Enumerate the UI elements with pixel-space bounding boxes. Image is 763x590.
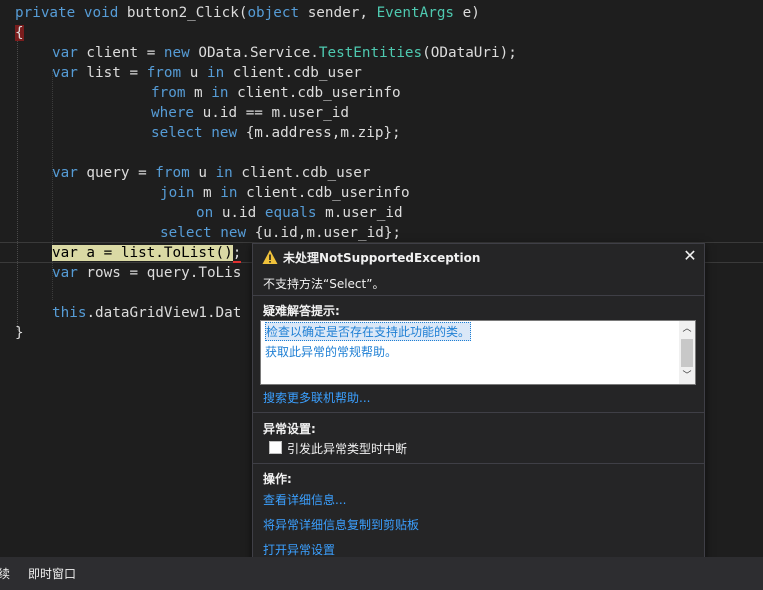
code-text: client = — [77, 45, 164, 61]
code-text: ; — [232, 245, 242, 263]
open-brace: { — [15, 25, 24, 41]
keyword: from — [155, 165, 190, 181]
warning-icon — [262, 250, 278, 264]
scroll-down-icon[interactable]: ﹀ — [679, 368, 695, 384]
code-text: (ODataUri); — [422, 45, 517, 61]
code-line[interactable]: from m in client.cdb_userinfo — [151, 83, 401, 103]
close-button[interactable]: ✕ — [682, 247, 698, 265]
code-text: list = — [77, 65, 147, 81]
code-line[interactable]: } — [15, 323, 24, 343]
code-line[interactable]: on u.id equals m.user_id — [196, 203, 403, 223]
code-line[interactable]: var rows = query.ToLis — [52, 263, 241, 283]
code-text: client.cdb_user — [232, 165, 371, 181]
view-details-link[interactable]: 查看详细信息... — [263, 491, 346, 508]
open-exception-settings-link[interactable]: 打开异常设置 — [263, 541, 335, 558]
code-text: m.user_id — [316, 205, 403, 221]
code-line[interactable]: where u.id == m.user_id — [151, 103, 349, 123]
code-text: sender, — [299, 5, 377, 21]
keyword: void — [83, 5, 119, 21]
code-text: e) — [454, 5, 480, 21]
divider — [253, 412, 704, 413]
close-brace: } — [15, 325, 24, 341]
keyword: in — [220, 185, 238, 201]
code-text: u — [181, 65, 207, 81]
type-name: TestEntities — [318, 45, 423, 61]
keyword: object — [247, 5, 300, 21]
code-text: m — [185, 85, 212, 101]
keyword: in — [206, 65, 225, 81]
keyword: from — [146, 65, 182, 81]
code-text: .dataGridView1.Dat — [86, 305, 242, 321]
code-text: OData.Service. — [189, 45, 319, 61]
keyword: new — [163, 45, 190, 61]
break-on-exception-label[interactable]: 引发此异常类型时中断 — [287, 440, 407, 457]
keyword: where — [151, 105, 195, 121]
code-line[interactable]: select new {u.id,m.user_id}; — [160, 223, 401, 243]
tab-watch[interactable]: 续 — [0, 565, 10, 582]
bottom-panel-tabs: 续 即时窗口 — [0, 557, 763, 590]
indent-guide — [17, 30, 18, 330]
tab-immediate-window[interactable]: 即时窗口 — [28, 565, 76, 582]
keyword: on — [196, 205, 214, 221]
code-text: client.cdb_userinfo — [228, 85, 401, 101]
code-text: m — [194, 185, 221, 201]
exception-message: 不支持方法“Select”。 — [263, 277, 385, 291]
type-name: EventArgs — [376, 5, 455, 21]
code-line[interactable]: this.dataGridView1.Dat — [52, 303, 241, 323]
hint-link[interactable]: 获取此异常的常规帮助。 — [265, 343, 397, 360]
exception-settings-header: 异常设置: — [263, 422, 316, 436]
break-on-exception-checkbox[interactable] — [269, 441, 282, 454]
code-line[interactable]: join m in client.cdb_userinfo — [160, 183, 410, 203]
exception-helper-popup: 未处理NotSupportedException ✕ 不支持方法“Select”… — [252, 243, 705, 568]
code-text: u — [189, 165, 216, 181]
keyword: var — [52, 165, 78, 181]
code-text: button2_Click( — [118, 5, 248, 21]
keyword: var — [52, 45, 78, 61]
divider — [253, 463, 704, 464]
code-line[interactable]: select new {m.address,m.zip}; — [151, 123, 401, 143]
keyword: new — [220, 225, 247, 241]
keyword: equals — [264, 205, 317, 221]
troubleshooting-tips-list[interactable]: 检查以确定是否存在支持此功能的类。 获取此异常的常规帮助。 ︿ ﹀ — [260, 320, 696, 385]
vertical-scrollbar[interactable]: ︿ ﹀ — [679, 321, 695, 384]
keyword: var — [52, 65, 78, 81]
code-text: client.cdb_user — [224, 65, 362, 81]
actions-header: 操作: — [263, 472, 292, 486]
code-text: client.cdb_userinfo — [237, 185, 410, 201]
keyword: private — [15, 5, 76, 21]
code-text: u.id == m.user_id — [194, 105, 349, 121]
code-text: {m.address,m.zip}; — [237, 125, 401, 141]
keyword: select — [160, 225, 212, 241]
keyword: in — [215, 165, 233, 181]
code-line[interactable]: var list = from u in client.cdb_user — [52, 63, 362, 83]
scroll-thumb[interactable] — [681, 339, 693, 367]
exception-title: 未处理NotSupportedException — [283, 251, 481, 265]
copy-details-link[interactable]: 将异常详细信息复制到剪贴板 — [263, 516, 419, 533]
hint-link[interactable]: 检查以确定是否存在支持此功能的类。 — [265, 322, 472, 341]
keyword: join — [160, 185, 195, 201]
keyword: var — [52, 265, 78, 281]
code-text: rows = query.ToLis — [77, 265, 242, 281]
keyword: in — [211, 85, 229, 101]
keyword: select — [151, 125, 203, 141]
keyword: from — [151, 85, 186, 101]
code-text: {u.id,m.user_id}; — [246, 225, 402, 241]
code-line[interactable]: private void button2_Click(object sender… — [15, 3, 480, 23]
code-line[interactable]: var query = from u in client.cdb_user — [52, 163, 371, 183]
keyword: new — [211, 125, 238, 141]
code-line[interactable]: var client = new OData.Service.TestEntit… — [52, 43, 517, 63]
divider — [253, 295, 704, 296]
code-text: query = — [77, 165, 156, 181]
current-statement-highlight: var a = list.ToList() — [52, 245, 233, 261]
code-text: u.id — [213, 205, 265, 221]
code-line-current-statement[interactable]: var a = list.ToList(); — [52, 243, 242, 263]
troubleshooting-header: 疑难解答提示: — [263, 304, 340, 318]
code-line[interactable]: { — [15, 23, 24, 43]
scroll-up-icon[interactable]: ︿ — [679, 321, 695, 337]
search-online-help-link[interactable]: 搜索更多联机帮助... — [263, 389, 370, 406]
keyword: this — [52, 305, 87, 321]
